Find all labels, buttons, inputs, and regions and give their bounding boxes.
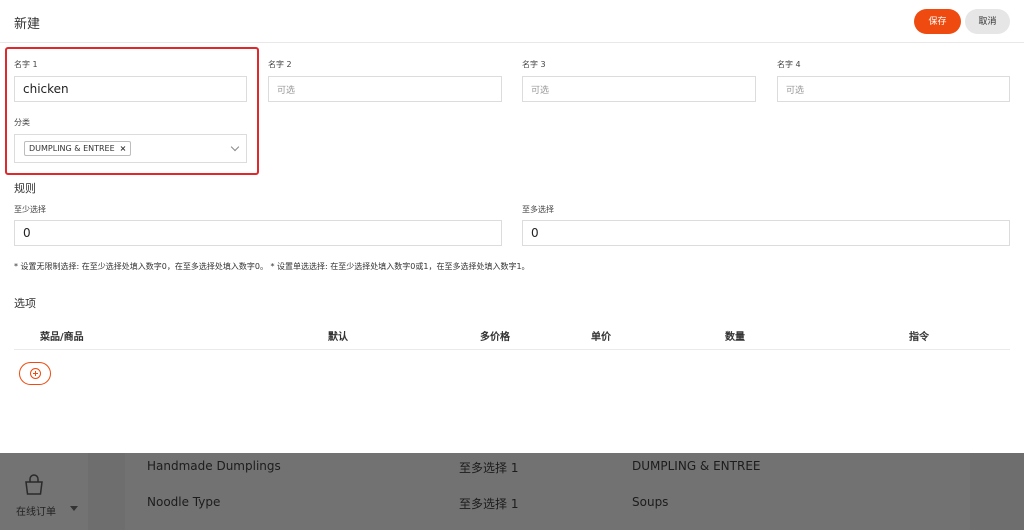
column-header-instruction: 指令 (909, 332, 929, 343)
tag-remove-icon[interactable]: × (120, 144, 127, 153)
table-divider (14, 349, 1010, 350)
table-row: Noodle Type 至多选择 1 Soups (125, 489, 970, 525)
chevron-down-icon (70, 506, 78, 511)
row-rule: 至多选择 1 (459, 461, 519, 475)
nav-item-online-orders: 在线订单 (16, 507, 56, 518)
column-header-quantity: 数量 (725, 332, 745, 343)
options-title: 选项 (14, 297, 36, 310)
name-3-label: 名字 3 (522, 60, 546, 69)
row-name: Noodle Type (147, 495, 221, 509)
save-button[interactable]: 保存 (914, 9, 961, 34)
min-select-input[interactable] (14, 220, 502, 246)
max-select-input[interactable] (522, 220, 1010, 246)
category-tag: DUMPLING & ENTREE × (24, 141, 132, 156)
column-header-item: 菜品/商品 (40, 332, 84, 343)
name-1-label: 名字 1 (14, 60, 38, 69)
name-3-input[interactable] (522, 76, 756, 102)
row-category: Soups (632, 495, 669, 509)
rules-note: * 设置无限制选择: 在至少选择处填入数字0，在至多选择处填入数字0。 * 设置… (14, 262, 530, 271)
modal-header: 新建 保存 取消 (0, 0, 1024, 43)
max-select-label: 至多选择 (522, 205, 554, 214)
name-4-label: 名字 4 (777, 60, 801, 69)
column-header-multi-price: 多价格 (480, 332, 510, 343)
add-option-button[interactable] (19, 362, 51, 385)
background-table: Handmade Dumplings 至多选择 1 DUMPLING & ENT… (125, 453, 970, 530)
row-rule: 至多选择 1 (459, 497, 519, 511)
rules-title: 规则 (14, 182, 36, 195)
column-header-unit-price: 单价 (591, 332, 611, 343)
row-category: DUMPLING & ENTREE (632, 459, 761, 473)
new-modifier-modal: 新建 保存 取消 名字 1 名字 2 名字 3 名字 4 分类 DUMPLING… (0, 0, 1024, 453)
category-tag-label: DUMPLING & ENTREE (29, 144, 115, 153)
min-select-label: 至少选择 (14, 205, 46, 214)
table-row: Handmade Dumplings 至多选择 1 DUMPLING & ENT… (125, 453, 970, 489)
name-4-input[interactable] (777, 76, 1010, 102)
column-header-default: 默认 (328, 332, 348, 343)
plus-circle-icon (30, 368, 41, 379)
name-2-label: 名字 2 (268, 60, 292, 69)
modal-title: 新建 (14, 17, 41, 32)
cancel-button[interactable]: 取消 (965, 9, 1010, 34)
name-2-input[interactable] (268, 76, 502, 102)
category-label: 分类 (14, 118, 30, 127)
background-page: 在线订单 Handmade Dumplings 至多选择 1 DUMPLING … (0, 453, 1024, 530)
background-sidebar: 在线订单 (0, 453, 88, 530)
row-name: Handmade Dumplings (147, 459, 281, 473)
category-select[interactable]: DUMPLING & ENTREE × (14, 134, 247, 163)
shopping-bag-icon (25, 474, 43, 495)
name-1-input[interactable] (14, 76, 247, 102)
chevron-down-icon[interactable] (230, 142, 240, 152)
